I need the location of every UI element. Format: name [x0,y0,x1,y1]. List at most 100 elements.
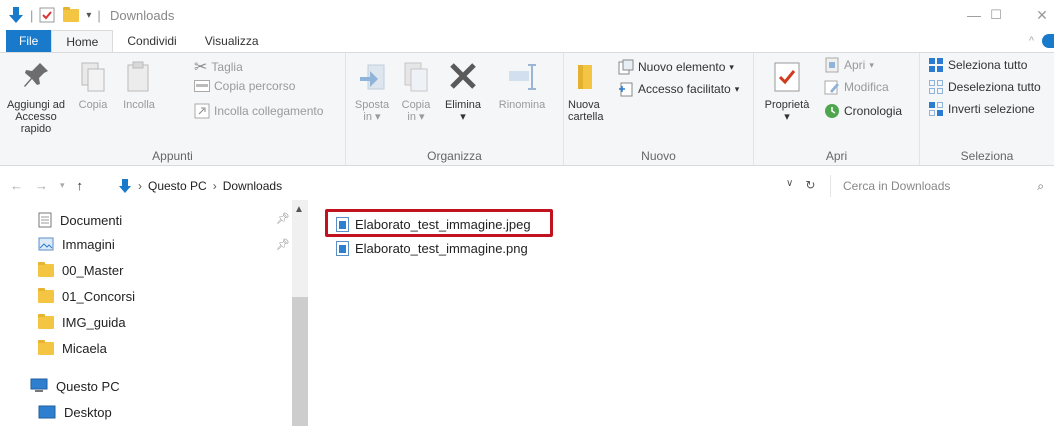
easy-access-button[interactable]: Accesso facilitato ▾ [618,81,739,97]
edit-button[interactable]: Modifica [824,79,889,95]
rename-label: Rinomina [498,99,546,111]
properties-icon [774,62,800,92]
copy-to-button[interactable]: Copia in ▾ [398,59,434,123]
help-icon[interactable] [1042,34,1054,48]
nav-item-00-master[interactable]: 00_Master [38,258,123,282]
select-none-button[interactable]: Deseleziona tutto [928,79,1041,95]
open-group-label: Apri [825,149,848,163]
breadcrumb-separator: › [138,179,142,193]
up-arrow-icon[interactable]: ↑ [77,178,84,193]
address-dropdown-icon[interactable]: ∨ [786,178,793,192]
tab-home[interactable]: Home [51,30,114,52]
highlight-box [325,209,553,237]
copy-to-icon [404,62,428,92]
nav-item-desktop[interactable]: Desktop [38,400,112,424]
desktop-icon [38,405,56,419]
new-item-icon [618,59,634,75]
folder-icon [38,313,54,329]
open-button[interactable]: Apri ▾ [824,57,874,73]
history-button[interactable]: Cronologia [824,103,902,119]
pictures-icon [38,237,54,251]
close-icon[interactable]: ✕ [1022,4,1054,26]
nav-item-01-concorsi[interactable]: 01_Concorsi [38,284,135,308]
move-to-button[interactable]: Sposta in ▾ [352,59,392,123]
separator: | [30,7,34,23]
search-icon[interactable]: ⌕ [1037,175,1044,197]
tab-share[interactable]: Condividi [113,30,190,52]
nav-item-label: 01_Concorsi [62,288,135,304]
copy-path-button[interactable]: Copia percorso [194,79,295,93]
nav-item-micaela[interactable]: Micaela [38,336,107,360]
copy-button[interactable]: Copia [72,59,114,111]
edit-icon [824,80,839,95]
refresh-icon[interactable]: ↻ [805,178,815,192]
folder-icon [38,261,54,277]
rename-icon [509,64,536,90]
invert-selection-button[interactable]: Inverti selezione [928,101,1035,117]
select-none-label: Deseleziona tutto [948,80,1041,94]
move-to-icon [360,64,385,90]
paste-button[interactable]: Incolla [116,59,162,111]
tab-view[interactable]: Visualizza [191,30,273,52]
ribbon-controls: ^ [1029,34,1054,48]
breadcrumb-this-pc[interactable]: Questo PC [148,179,207,193]
forward-arrow-icon[interactable]: → [35,178,48,193]
move-to-label-2: in ▾ [363,111,381,123]
pin-quick-access-button[interactable]: Aggiungi ad Accesso rapido [4,59,68,135]
ribbon-tabs: File Home Condividi Visualizza [0,30,1054,52]
pin-label-1: Aggiungi ad [6,99,66,111]
easy-access-label: Accesso facilitato [638,82,731,96]
search-input[interactable]: Cerca in Downloads ⌕ [830,175,1052,197]
pin-icon[interactable]: 📌︎ [276,238,290,251]
rename-button[interactable]: Rinomina [494,59,550,111]
file-name: Elaborato_test_immagine.png [355,240,528,256]
delete-button[interactable]: Elimina ▾ [438,59,488,123]
select-all-icon [929,58,943,72]
recent-locations-icon[interactable]: ▾ [60,180,65,191]
move-to-label-1: Sposta [354,99,390,111]
properties-dropdown-icon[interactable]: ▾ [762,111,812,123]
new-folder-qat-icon[interactable] [63,6,80,22]
tab-file[interactable]: File [6,30,52,52]
paste-icon [127,61,149,92]
new-item-label: Nuovo elemento [638,60,726,74]
properties-check-icon[interactable] [39,7,55,23]
maximize-icon[interactable]: ☐ [976,4,1016,26]
group-new: Nuova cartella Nuovo elemento ▾ Accesso … [564,53,754,165]
select-group-label: Seleziona [960,149,1014,163]
down-arrow-icon[interactable] [8,6,24,24]
organize-group-label: Organizza [427,149,482,163]
breadcrumb-separator: › [212,179,217,193]
nav-item-this-pc[interactable]: Questo PC [30,374,120,398]
copy-label: Copia [78,99,108,111]
delete-label: Elimina [444,99,482,111]
breadcrumb-downloads[interactable]: Downloads [223,179,282,193]
qat-dropdown-icon[interactable]: ▾ [86,10,91,21]
paste-shortcut-button[interactable]: Incolla collegamento [194,103,323,119]
window-title: Downloads [110,8,175,23]
delete-dropdown-icon[interactable]: ▾ [438,111,488,123]
file-item-png[interactable]: Elaborato_test_immagine.png [336,238,528,258]
nav-item-label: Desktop [64,404,112,420]
new-item-button[interactable]: Nuovo elemento ▾ [618,59,734,75]
properties-button[interactable]: Proprietà ▾ [762,59,812,123]
folder-icon [38,339,54,355]
back-arrow-icon[interactable]: ← [10,178,23,193]
select-all-button[interactable]: Seleziona tutto [928,57,1027,73]
nav-item-pictures[interactable]: Immagini [38,232,115,256]
nav-item-img-guida[interactable]: IMG_guida [38,310,126,334]
cut-button[interactable]: ✂ Taglia [194,57,243,77]
pin-icon[interactable]: 📌︎ [276,212,290,225]
easy-access-dropdown-icon: ▾ [734,83,740,94]
navigation-pane: Documenti Immagini 00_Master 01_Concorsi… [0,200,310,426]
select-all-label: Seleziona tutto [948,58,1028,72]
nav-scrollbar-thumb[interactable] [292,297,308,426]
scroll-up-icon[interactable]: ▲ [294,204,304,215]
cut-label: Taglia [211,60,243,74]
address-bar[interactable]: › Questo PC › Downloads [118,175,822,197]
edit-label: Modifica [844,80,889,94]
ribbon-collapse-icon[interactable]: ^ [1029,35,1034,47]
new-folder-button[interactable]: Nuova cartella [568,59,612,123]
nav-item-documents[interactable]: Documenti [38,208,122,232]
delete-x-icon [450,63,476,89]
